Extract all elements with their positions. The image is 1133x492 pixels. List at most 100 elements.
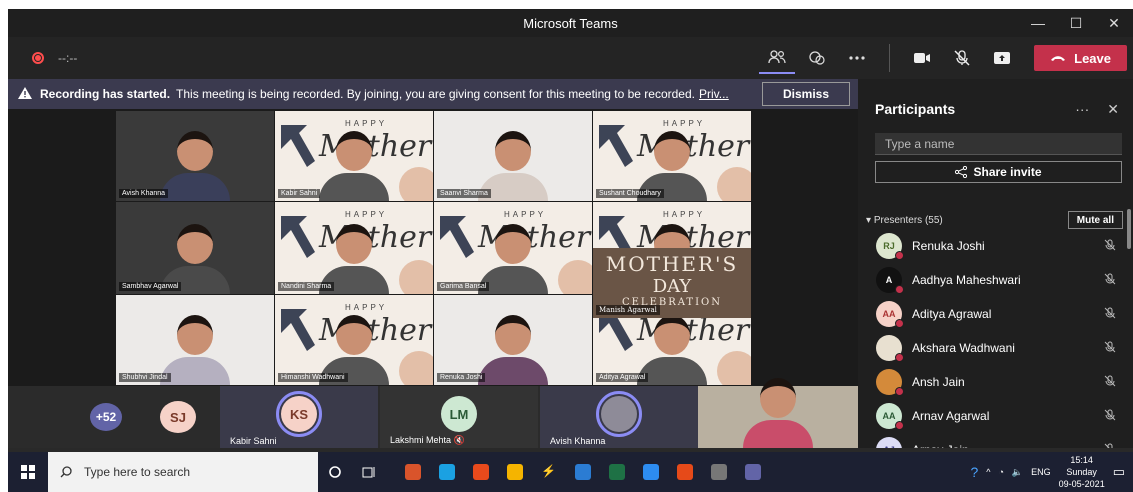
task-view-icon[interactable] (352, 452, 386, 492)
title-bar: Microsoft Teams — ☐ ✕ (8, 9, 1133, 37)
volume-icon[interactable]: 🔈 (1012, 467, 1023, 478)
taskbar-app-icon[interactable] (736, 452, 770, 492)
search-placeholder: Type here to search (84, 465, 191, 479)
maximize-button[interactable]: ☐ (1057, 9, 1095, 37)
mic-muted-icon[interactable] (1104, 443, 1116, 448)
self-view-tile[interactable] (698, 378, 858, 448)
video-tile[interactable]: HAPPYMother'sNandini Sharma (275, 202, 433, 294)
notification-icon[interactable]: ▭ (1113, 464, 1125, 480)
mic-muted-icon[interactable] (1104, 409, 1116, 424)
video-tile[interactable]: Shubhvi Jindal (116, 295, 274, 385)
taskbar-app-icon[interactable]: ⚡ (532, 452, 566, 492)
taskbar-app-icon[interactable] (634, 452, 668, 492)
participant-name: Arnav Jain (912, 443, 969, 448)
network-icon[interactable]: ◔ (998, 467, 1003, 477)
participant-name: Kabir Sahni (230, 436, 277, 446)
participant-name: Akshara Wadhwani (912, 341, 1015, 355)
participant-name: Aadhya Maheshwari (912, 273, 1021, 287)
video-tile[interactable]: HAPPYMother'sKabir Sahni (275, 111, 433, 201)
participant-name: Saanvi Sharma (437, 189, 491, 198)
mic-muted-icon[interactable] (944, 42, 980, 74)
chat-icon[interactable] (799, 42, 835, 74)
close-panel-icon[interactable]: ✕ (1107, 101, 1119, 118)
participants-icon[interactable] (759, 42, 796, 74)
video-tile[interactable]: Renuka Joshi (434, 295, 592, 385)
chevron-up-icon[interactable]: ^ (986, 467, 990, 477)
participant-name: Aditya Agrawal (912, 307, 992, 321)
video-tile[interactable]: MOTHER'S DAY CELEBRATION Manish Agarwal (593, 248, 751, 318)
mic-muted-icon[interactable] (1104, 307, 1116, 322)
leave-label: Leave (1074, 50, 1111, 66)
participant-row[interactable]: AJ Arnav Jain (876, 435, 1116, 448)
cortana-icon[interactable] (318, 452, 352, 492)
more-participants-button[interactable]: +52 (90, 403, 122, 431)
avatar: RJ (876, 233, 904, 260)
participant-name: Lakshmi Mehta 🔇 (390, 435, 465, 445)
strip-tile[interactable]: KS Kabir Sahni (220, 386, 378, 448)
mute-all-button[interactable]: Mute all (1067, 211, 1123, 229)
strip-tile[interactable]: LM Lakshmi Mehta 🔇 (380, 386, 538, 448)
participant-row[interactable]: AA Aditya Agrawal (876, 299, 1116, 329)
meeting-toolbar: --:-- Leave (8, 37, 1133, 79)
banner-title: Recording has started. (40, 87, 171, 101)
avatar: AA (876, 301, 904, 328)
avatar: KS (281, 396, 317, 432)
taskbar-app-icon[interactable] (702, 452, 736, 492)
dismiss-button[interactable]: Dismiss (761, 82, 850, 106)
participant-name: Ansh Jain (912, 375, 965, 389)
video-tile[interactable]: Sambhav Agarwal (116, 202, 274, 294)
taskbar-app-icon[interactable] (600, 452, 634, 492)
recording-banner: Recording has started. This meeting is b… (8, 79, 858, 109)
leave-button[interactable]: Leave (1034, 45, 1127, 71)
share-invite-button[interactable]: Share invite (875, 161, 1122, 183)
panel-scrollbar[interactable] (1127, 209, 1131, 249)
avatar (876, 335, 904, 362)
meeting-timer: --:-- (58, 51, 78, 65)
minimize-button[interactable]: — (1019, 9, 1057, 37)
video-tile[interactable]: HAPPYMother'sSushant Choudhary (593, 111, 751, 201)
clock[interactable]: 15:14 Sunday 09-05-2021 (1059, 454, 1105, 490)
participant-row[interactable]: A Aadhya Maheshwari (876, 265, 1116, 295)
video-tile[interactable]: Saanvi Sharma (434, 111, 592, 201)
participant-search-input[interactable]: Type a name (875, 133, 1122, 155)
more-actions-icon[interactable] (839, 42, 875, 74)
share-invite-label: Share invite (973, 165, 1042, 179)
system-tray: ? ^ ◔ 🔈 ENG 15:14 Sunday 09-05-2021 ▭ (970, 452, 1133, 492)
share-screen-icon[interactable] (984, 42, 1020, 74)
avatar: A (876, 267, 904, 294)
participant-name: Manish Agarwal (596, 305, 660, 315)
mic-muted-icon[interactable] (1104, 375, 1116, 390)
video-grid: Avish Khanna HAPPYMother'sKabir Sahni Saan… (116, 111, 752, 385)
mic-muted-icon[interactable] (1104, 239, 1116, 254)
mic-muted-icon[interactable] (1104, 341, 1116, 356)
avatar (876, 369, 904, 396)
search-icon (60, 466, 72, 478)
taskbar-app-icon[interactable] (430, 452, 464, 492)
participant-row[interactable]: RJ Renuka Joshi (876, 231, 1116, 261)
window-title: Microsoft Teams (523, 15, 618, 31)
strip-tile[interactable]: Avish Khanna (540, 386, 698, 448)
taskbar-app-icon[interactable] (498, 452, 532, 492)
participant-name: Aditya Agrawal (596, 373, 649, 382)
video-tile[interactable]: Avish Khanna (116, 111, 274, 201)
help-icon[interactable]: ? (970, 464, 978, 480)
participant-row[interactable]: AA Arnav Agarwal (876, 401, 1116, 431)
video-tile[interactable]: HAPPYMother'sGarima Bansal (434, 202, 592, 294)
taskbar-app-icon[interactable] (396, 452, 430, 492)
close-button[interactable]: ✕ (1095, 9, 1133, 37)
start-button[interactable] (8, 452, 48, 492)
taskbar-app-icon[interactable] (566, 452, 600, 492)
privacy-link[interactable]: Priv... (699, 87, 729, 101)
mic-muted-icon[interactable] (1104, 273, 1116, 288)
taskbar-search[interactable]: Type here to search (48, 452, 318, 492)
participant-row[interactable]: Ansh Jain (876, 367, 1116, 397)
more-options-icon[interactable]: ··· (1075, 101, 1089, 118)
taskbar-app-icon[interactable] (464, 452, 498, 492)
avatar: AA (876, 403, 904, 430)
camera-icon[interactable] (904, 42, 940, 74)
taskbar-app-icon[interactable] (668, 452, 702, 492)
presenters-section[interactable]: ▾ Presenters (55) (866, 215, 943, 226)
language-indicator[interactable]: ENG (1031, 467, 1051, 477)
video-tile[interactable]: HAPPYMother'sHimanshi Wadhwani (275, 295, 433, 385)
participant-row[interactable]: Akshara Wadhwani (876, 333, 1116, 363)
